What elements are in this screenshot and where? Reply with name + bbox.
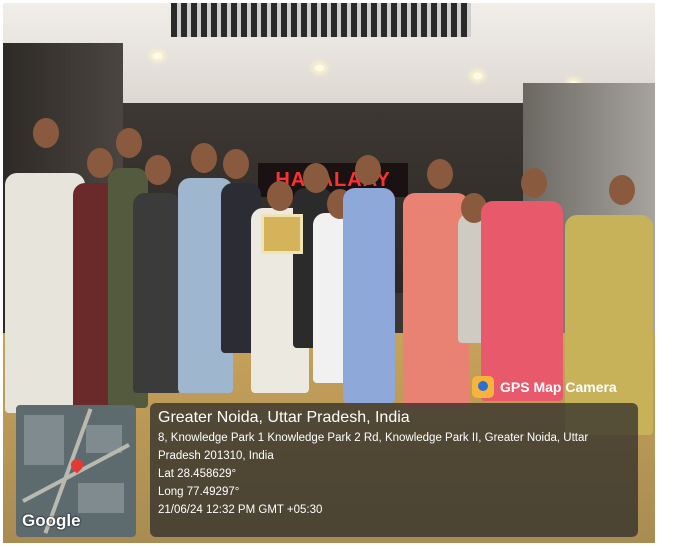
longitude: Long 77.49297°: [158, 486, 240, 498]
person-head: [223, 149, 249, 179]
person-head: [145, 155, 171, 185]
gps-app-name: GPS Map Camera: [500, 379, 617, 395]
person-head: [116, 128, 142, 158]
person-head: [427, 159, 453, 189]
gps-app-label: GPS Map Camera: [472, 374, 617, 400]
address-line-2: Pradesh 201310, India: [158, 450, 274, 462]
person-head: [303, 163, 329, 193]
timestamp: 21/06/24 12:32 PM GMT +05:30: [158, 504, 323, 516]
location-map-thumbnail: Google: [16, 405, 136, 537]
ceiling-light: [473, 73, 482, 79]
person: [343, 188, 395, 403]
award-plaque: [261, 214, 303, 254]
person-head: [609, 175, 635, 205]
person-head: [355, 155, 381, 185]
person: [481, 201, 563, 401]
gps-map-camera-icon: [472, 376, 494, 398]
map-block: [78, 483, 124, 513]
latitude: Lat 28.458629°: [158, 468, 237, 480]
location-place: Greater Noida, Uttar Pradesh, India: [158, 409, 410, 426]
ceiling-vent: [171, 3, 471, 37]
ceiling-light: [153, 53, 162, 59]
person-head: [191, 143, 217, 173]
person-head: [267, 181, 293, 211]
ceiling-light: [315, 65, 324, 71]
map-brand: Google: [22, 511, 81, 530]
person-head: [521, 168, 547, 198]
person-head: [33, 118, 59, 148]
gps-info-overlay: Greater Noida, Uttar Pradesh, India 8, K…: [150, 403, 638, 537]
person: [565, 215, 653, 435]
person: [133, 193, 181, 393]
map-block: [24, 415, 64, 465]
address-line-1: 8, Knowledge Park 1 Knowledge Park 2 Rd,…: [158, 432, 589, 444]
